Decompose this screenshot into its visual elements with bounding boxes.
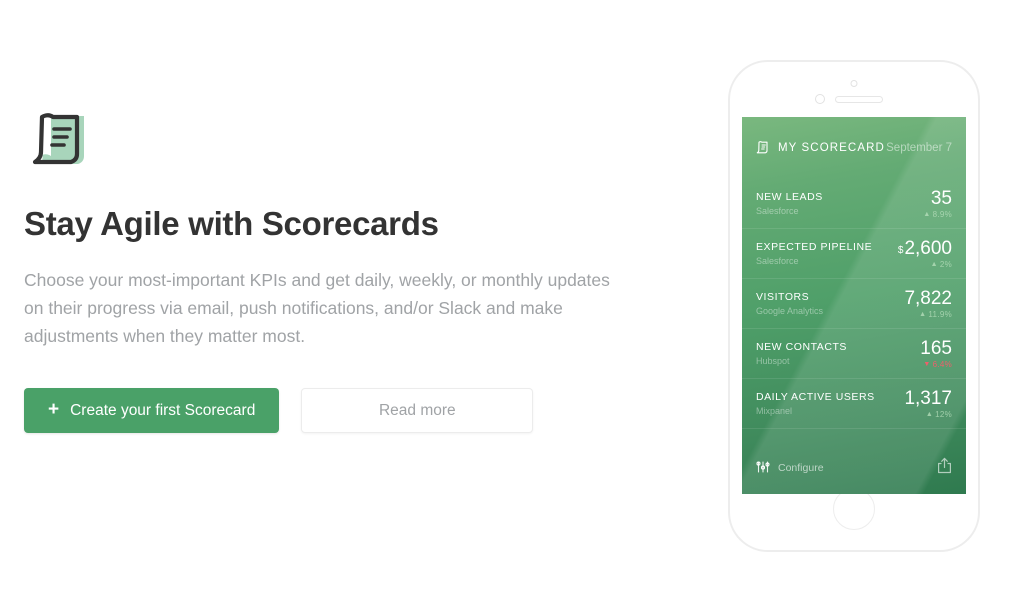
plus-icon: + xyxy=(48,399,60,420)
metric-name: VISITORS xyxy=(756,291,810,303)
metric-source: Google Analytics xyxy=(756,306,824,316)
arrow-up-icon: ▲ xyxy=(925,410,934,418)
scorecard-date: September 7 xyxy=(886,142,952,154)
metric-label-group: NEW LEADS Salesforce xyxy=(756,191,823,216)
metric-delta: ▼ 6.4% xyxy=(923,360,952,369)
metric-label-group: EXPECTED PIPELINE Salesforce xyxy=(756,241,872,266)
metric-delta: ▲ 11.9% xyxy=(919,310,952,319)
metric-name: NEW LEADS xyxy=(756,191,823,203)
scorecard-metric-row[interactable]: DAILY ACTIVE USERS Mixpanel 1,317 ▲ 12% xyxy=(742,379,966,429)
arrow-up-icon: ▲ xyxy=(919,310,927,318)
metric-value-group: 165 ▼ 6.4% xyxy=(920,339,952,369)
metric-source: Salesforce xyxy=(756,256,799,266)
metric-delta: ▲ 2% xyxy=(931,260,952,269)
page-title: Stay Agile with Scorecards xyxy=(24,205,439,242)
page-root: Stay Agile with Scorecards Choose your m… xyxy=(0,0,1024,602)
sliders-icon xyxy=(756,460,770,477)
create-scorecard-label: Create your first Scorecard xyxy=(70,401,256,419)
metric-value-group: 35 ▲ 8.9% xyxy=(923,189,952,219)
metric-value: 35 xyxy=(931,189,952,208)
metric-value: 7,822 xyxy=(904,289,952,308)
scorecard-widget: MY SCORECARD September 7 NEW LEADS Salesf… xyxy=(742,117,966,494)
arrow-up-icon: ▲ xyxy=(930,260,938,268)
configure-button[interactable]: Configure xyxy=(756,460,824,477)
metric-value-group: $2,600 ▲ 2% xyxy=(898,239,952,269)
scorecard-metric-row[interactable]: NEW CONTACTS Hubspot 165 ▼ 6.4% xyxy=(742,329,966,379)
arrow-down-icon: ▼ xyxy=(923,360,931,368)
scorecard-title: MY SCORECARD xyxy=(778,142,885,154)
metric-value-group: 1,317 ▲ 12% xyxy=(904,389,952,419)
hero-description: Choose your most-important KPIs and get … xyxy=(24,270,610,346)
scorecard-footer: Configure xyxy=(742,442,966,494)
metric-label-group: DAILY ACTIVE USERS Mixpanel xyxy=(756,391,875,416)
read-more-label: Read more xyxy=(378,401,456,419)
configure-label: Configure xyxy=(778,462,824,474)
metric-delta: ▲ 8.9% xyxy=(923,210,952,219)
metric-source: Salesforce xyxy=(756,206,799,216)
share-icon[interactable] xyxy=(937,457,952,479)
metric-delta-value: 11.9% xyxy=(928,309,952,319)
metric-value: 1,317 xyxy=(904,389,952,408)
metric-name: DAILY ACTIVE USERS xyxy=(756,391,875,403)
hero-button-row: + Create your first Scorecard Read more xyxy=(24,388,644,433)
scorecard-header: MY SCORECARD September 7 xyxy=(742,117,966,179)
metric-value-number: 35 xyxy=(930,187,952,209)
metric-value: 165 xyxy=(920,339,952,358)
metric-name: NEW CONTACTS xyxy=(756,341,847,353)
phone-camera-icon xyxy=(850,80,858,87)
scorecard-document-icon xyxy=(24,112,94,174)
scorecard-metric-row[interactable]: EXPECTED PIPELINE Salesforce $2,600 ▲ 2% xyxy=(742,229,966,279)
metric-delta-value: 6.4% xyxy=(932,359,952,369)
hero-content: Stay Agile with Scorecards Choose your m… xyxy=(24,112,644,433)
phone-sensor-icon xyxy=(815,94,825,104)
metric-value-number: 2,600 xyxy=(904,237,952,259)
currency-symbol: $ xyxy=(897,244,904,256)
metric-value: $2,600 xyxy=(898,239,952,258)
metric-delta-value: 8.9% xyxy=(932,209,952,219)
metric-name: EXPECTED PIPELINE xyxy=(756,241,873,253)
arrow-up-icon: ▲ xyxy=(923,210,931,218)
create-scorecard-button[interactable]: + Create your first Scorecard xyxy=(24,388,280,433)
scorecard-metric-row[interactable]: VISITORS Google Analytics 7,822 ▲ 11.9% xyxy=(742,279,966,329)
scorecard-metric-row[interactable]: NEW LEADS Salesforce 35 ▲ 8.9% xyxy=(742,179,966,229)
read-more-button[interactable]: Read more xyxy=(301,388,534,433)
metric-value-number: 1,317 xyxy=(904,387,952,409)
phone-home-button[interactable] xyxy=(833,488,875,530)
metric-delta-value: 12% xyxy=(935,409,952,419)
metric-value-number: 7,822 xyxy=(904,287,952,309)
metric-value-group: 7,822 ▲ 11.9% xyxy=(904,289,952,319)
metric-delta: ▲ 12% xyxy=(926,410,952,419)
phone-speaker-grille xyxy=(835,96,883,103)
metric-label-group: NEW CONTACTS Hubspot xyxy=(756,341,847,366)
metric-delta-value: 2% xyxy=(939,259,952,269)
metric-label-group: VISITORS Google Analytics xyxy=(756,291,823,316)
scorecard-metric-list: NEW LEADS Salesforce 35 ▲ 8.9% EXPECTED PIPEL… xyxy=(742,179,966,442)
scorecard-document-icon xyxy=(756,141,769,155)
metric-value-number: 165 xyxy=(920,337,952,359)
metric-source: Mixpanel xyxy=(756,406,793,416)
metric-source: Hubspot xyxy=(756,356,790,366)
